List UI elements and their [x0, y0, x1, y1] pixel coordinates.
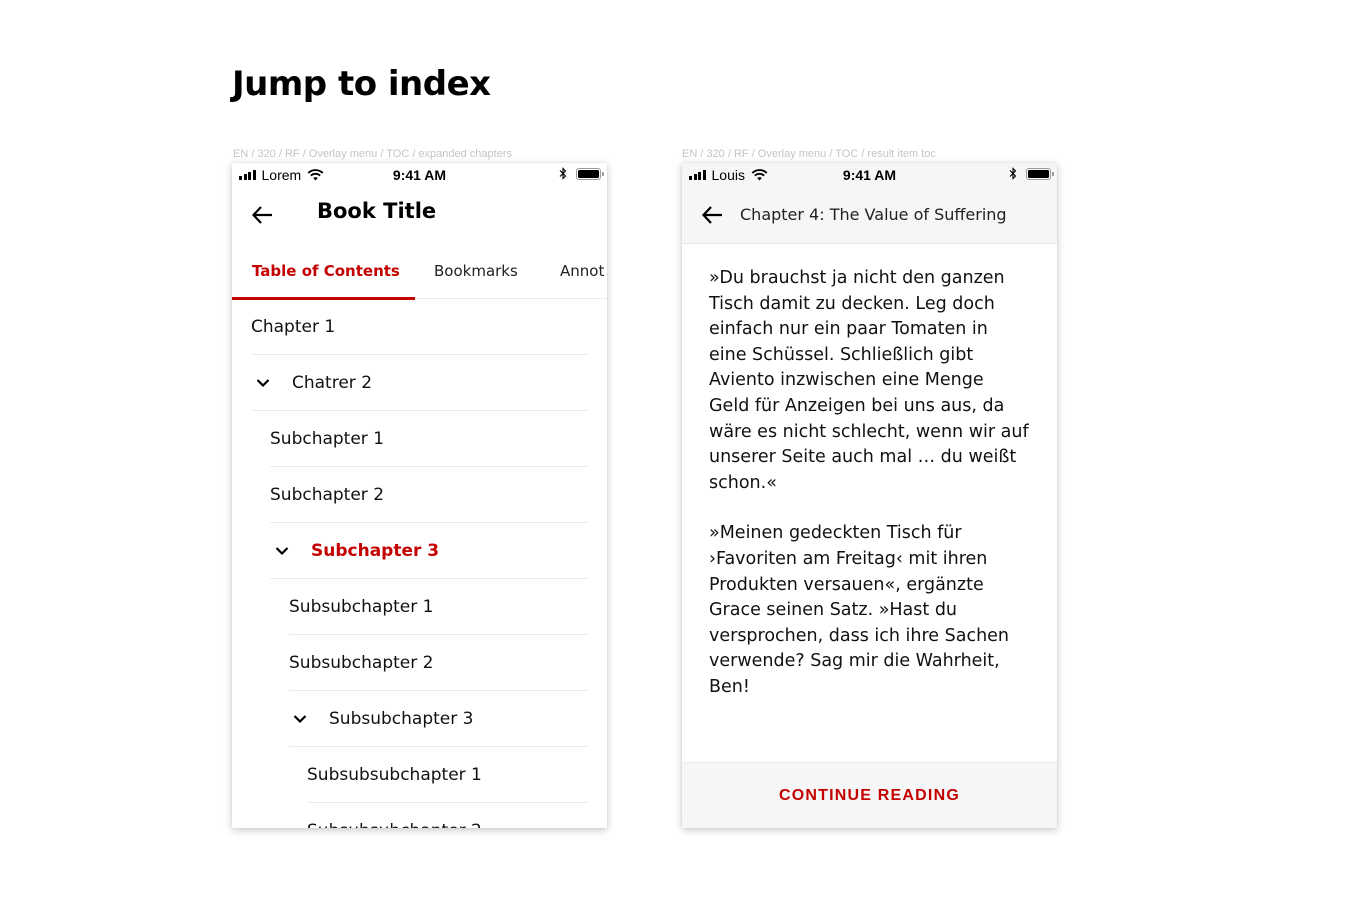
battery-icon	[576, 167, 604, 180]
reader-text: »Du brauchst ja nicht den ganzen Tisch d…	[709, 266, 1029, 726]
phone-reader-screen: Louis 9:41 AM Chapter 4: The Value of Su…	[682, 163, 1057, 828]
toc-item[interactable]: Subchapter 2	[232, 467, 607, 523]
toc-item[interactable]: Subsubchapter 2	[232, 635, 607, 691]
app-header: Book Title	[232, 187, 607, 243]
back-arrow-icon[interactable]	[250, 203, 276, 227]
toc-item-label: Subchapter 3	[311, 541, 440, 561]
status-time: 9:41 AM	[392, 167, 447, 183]
chapter-title: Chapter 4: The Value of Suffering	[740, 205, 1007, 224]
toc-item[interactable]: Subsubchapter 1	[232, 579, 607, 635]
tab-bookmarks[interactable]: Bookmarks	[434, 243, 518, 298]
reader-footer: CONTINUE READING	[682, 762, 1057, 828]
battery-icon	[1026, 167, 1054, 180]
status-time: 9:41 AM	[842, 167, 897, 183]
book-title: Book Title	[317, 199, 437, 223]
toc-item-label: Chatrer 2	[292, 373, 373, 393]
toc-item[interactable]: Chapter 1	[232, 299, 607, 355]
paragraph: »Du brauchst ja nicht den ganzen Tisch d…	[709, 268, 1029, 493]
chevron-down-icon[interactable]	[293, 714, 307, 724]
back-arrow-icon[interactable]	[700, 203, 726, 227]
toc-item[interactable]: Subchapter 3	[232, 523, 607, 579]
toc-item-label: Subsubchapter 2	[289, 653, 434, 673]
continue-reading-button[interactable]: CONTINUE READING	[779, 787, 960, 805]
chevron-down-icon[interactable]	[275, 546, 289, 556]
artboard-label: EN / 320 / RF / Overlay menu / TOC / exp…	[233, 148, 513, 160]
bluetooth-icon	[1009, 167, 1017, 180]
toc-item[interactable]: Subchapter 1	[232, 411, 607, 467]
toc-item[interactable]: Subsubsubchapter 2	[232, 803, 607, 828]
toc-item-label: Subchapter 2	[270, 485, 385, 505]
tab-table-of-contents[interactable]: Table of Contents	[232, 243, 415, 300]
toc-item-label: Subchapter 1	[270, 429, 385, 449]
tab-bar: Table of Contents Bookmarks Annot	[232, 243, 607, 300]
toc-item-label: Subsubsubchapter 2	[307, 821, 482, 828]
artboard-label: EN / 320 / RF / Overlay menu / TOC / res…	[682, 148, 936, 160]
toc-item-label: Subsubchapter 3	[329, 709, 474, 729]
toc-item-label: Subsubsubchapter 1	[307, 765, 482, 785]
toc-item[interactable]: Chatrer 2	[232, 355, 607, 411]
reader-header: Louis 9:41 AM Chapter 4: The Value of Su…	[682, 163, 1057, 244]
toc-item-label: Subsubchapter 1	[289, 597, 434, 617]
toc-item-label: Chapter 1	[251, 317, 336, 337]
status-bar: Louis 9:41 AM	[682, 163, 1057, 187]
chevron-down-icon[interactable]	[256, 378, 270, 388]
phone-toc-screen: Lorem 9:41 AM Book Title Table of Conten…	[232, 163, 607, 828]
toc-item[interactable]: Subsubchapter 3	[232, 691, 607, 747]
page-title: Jump to index	[232, 64, 491, 104]
toc-item[interactable]: Subsubsubchapter 1	[232, 747, 607, 803]
toc-list: Chapter 1 Chatrer 2 Subchapter 1 Subchapter…	[232, 299, 607, 828]
status-bar: Lorem 9:41 AM	[232, 163, 607, 187]
paragraph: »Meinen gedeckten Tisch für ›Favoriten a…	[709, 523, 1010, 697]
tab-annotations[interactable]: Annot	[560, 243, 604, 298]
bluetooth-icon	[559, 167, 567, 180]
